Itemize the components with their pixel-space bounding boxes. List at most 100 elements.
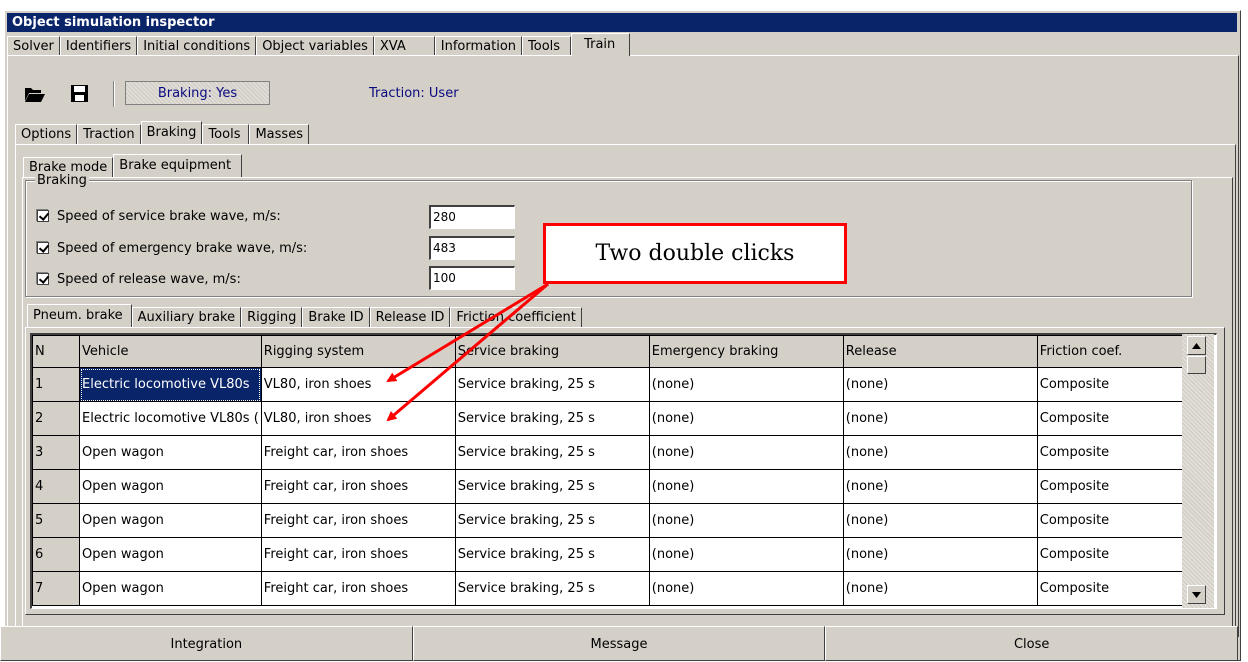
emergency-braking-cell[interactable]: (none) — [648, 469, 844, 504]
tab-initial-conditions[interactable]: Initial conditions — [137, 36, 257, 56]
service-braking-cell[interactable]: Service braking, 25 s — [454, 401, 650, 436]
tab-braking[interactable]: Braking — [140, 121, 203, 144]
emergency-braking-cell[interactable]: (none) — [648, 401, 844, 436]
tab-solver[interactable]: Solver — [7, 36, 60, 56]
rigging-cell[interactable]: Freight car, iron shoes — [260, 469, 456, 504]
table-row[interactable]: 4 Open wagon Freight car, iron shoes Ser… — [32, 469, 1188, 504]
rigging-cell[interactable]: VL80, iron shoes — [260, 367, 456, 402]
table-row[interactable]: 5 Open wagon Freight car, iron shoes Ser… — [32, 503, 1188, 538]
emergency-wave-row[interactable]: Speed of emergency brake wave, m/s: — [37, 239, 307, 257]
release-cell[interactable]: (none) — [842, 401, 1038, 436]
table-row[interactable]: 1 Electric locomotive VL80s VL80, iron s… — [32, 367, 1188, 402]
service-braking-cell[interactable]: Service braking, 25 s — [454, 537, 650, 572]
save-disk-icon[interactable] — [68, 83, 92, 105]
vehicle-cell[interactable]: Open wagon — [79, 537, 262, 572]
service-braking-cell[interactable]: Service braking, 25 s — [454, 435, 650, 470]
vehicle-cell[interactable]: Open wagon — [79, 571, 262, 606]
tab-auxiliary-brake[interactable]: Auxiliary brake — [131, 307, 242, 327]
emergency-braking-cell[interactable]: (none) — [648, 435, 844, 470]
tab-pneum-brake[interactable]: Pneum. brake — [27, 304, 132, 327]
emergency-braking-cell[interactable]: (none) — [648, 503, 844, 538]
header-emergency-braking[interactable]: Emergency braking — [648, 335, 844, 368]
friction-cell[interactable]: Composite — [1036, 469, 1188, 504]
friction-cell[interactable]: Composite — [1036, 401, 1188, 436]
braking-group-legend: Braking — [35, 173, 89, 188]
rigging-cell[interactable]: VL80, iron shoes — [260, 401, 456, 436]
friction-cell[interactable]: Composite — [1036, 571, 1188, 606]
service-wave-row[interactable]: Speed of service brake wave, m/s: — [37, 207, 281, 225]
folder-open-icon[interactable] — [23, 83, 47, 105]
tab-masses[interactable]: Masses — [249, 124, 309, 144]
emergency-braking-cell[interactable]: (none) — [648, 367, 844, 402]
rigging-cell[interactable]: Freight car, iron shoes — [260, 503, 456, 538]
service-braking-cell[interactable]: Service braking, 25 s — [454, 571, 650, 606]
tab-train-tools[interactable]: Tools — [202, 124, 250, 144]
friction-cell[interactable]: Composite — [1036, 367, 1188, 402]
service-wave-input[interactable]: 280 — [429, 205, 515, 229]
tab-traction[interactable]: Traction — [77, 124, 141, 144]
release-cell[interactable]: (none) — [842, 435, 1038, 470]
service-braking-cell[interactable]: Service braking, 25 s — [454, 503, 650, 538]
table-row[interactable]: 3 Open wagon Freight car, iron shoes Ser… — [32, 435, 1188, 470]
emergency-braking-cell[interactable]: (none) — [648, 571, 844, 606]
release-cell[interactable]: (none) — [842, 571, 1038, 606]
vehicle-cell[interactable]: Open wagon — [79, 469, 262, 504]
header-rigging-system[interactable]: Rigging system — [260, 335, 456, 368]
header-service-braking[interactable]: Service braking — [454, 335, 650, 368]
emergency-wave-input[interactable]: 483 — [429, 236, 515, 260]
tab-information[interactable]: Information — [434, 36, 523, 56]
rigging-cell[interactable]: Freight car, iron shoes — [260, 571, 456, 606]
vehicle-cell[interactable]: Open wagon — [79, 503, 262, 538]
header-vehicle[interactable]: Vehicle — [79, 335, 262, 368]
service-braking-cell[interactable]: Service braking, 25 s — [454, 367, 650, 402]
top-tab-row: Solver Identifiers Initial conditions Ob… — [7, 33, 631, 56]
grid-vertical-scrollbar[interactable] — [1182, 334, 1214, 608]
service-braking-cell[interactable]: Service braking, 25 s — [454, 469, 650, 504]
friction-cell[interactable]: Composite — [1036, 503, 1188, 538]
tab-brake-equipment[interactable]: Brake equipment — [113, 154, 243, 177]
table-row[interactable]: 6 Open wagon Freight car, iron shoes Ser… — [32, 537, 1188, 572]
tab-tools[interactable]: Tools — [522, 36, 572, 56]
rigging-cell[interactable]: Freight car, iron shoes — [260, 435, 456, 470]
tab-xva[interactable]: XVA — [373, 36, 435, 56]
rigging-cell[interactable]: Freight car, iron shoes — [260, 537, 456, 572]
annotation-callout: Two double clicks — [543, 223, 847, 284]
arrow-up-icon — [1192, 342, 1201, 349]
close-button[interactable]: Close — [825, 626, 1239, 661]
header-release[interactable]: Release — [842, 335, 1038, 368]
tab-rigging[interactable]: Rigging — [241, 307, 303, 327]
header-friction-coef[interactable]: Friction coef. — [1036, 335, 1188, 368]
message-button[interactable]: Message — [412, 626, 826, 661]
equipment-tab-row: Pneum. brake Auxiliary brake Rigging Bra… — [27, 304, 582, 327]
release-cell[interactable]: (none) — [842, 537, 1038, 572]
vehicle-cell[interactable]: Open wagon — [79, 435, 262, 470]
vehicle-cell[interactable]: Electric locomotive VL80s ( — [79, 401, 262, 436]
tab-friction-coefficient[interactable]: Friction coefficient — [450, 307, 582, 327]
emergency-wave-checkbox[interactable] — [37, 242, 49, 254]
tab-release-id[interactable]: Release ID — [369, 307, 451, 327]
friction-cell[interactable]: Composite — [1036, 537, 1188, 572]
scroll-up-button[interactable] — [1187, 336, 1206, 355]
emergency-braking-cell[interactable]: (none) — [648, 537, 844, 572]
vehicles-grid: N Vehicle Rigging system Service braking… — [30, 333, 1217, 609]
release-wave-input[interactable]: 100 — [429, 266, 515, 290]
release-cell[interactable]: (none) — [842, 503, 1038, 538]
tab-train[interactable]: Train — [571, 33, 631, 56]
tab-identifiers[interactable]: Identifiers — [59, 36, 138, 56]
table-row[interactable]: 7 Open wagon Freight car, iron shoes Ser… — [32, 571, 1188, 606]
tab-object-variables[interactable]: Object variables — [256, 36, 374, 56]
scroll-down-button[interactable] — [1187, 585, 1206, 604]
release-wave-row[interactable]: Speed of release wave, m/s: — [37, 270, 241, 288]
service-wave-checkbox[interactable] — [37, 210, 49, 222]
friction-cell[interactable]: Composite — [1036, 435, 1188, 470]
integration-button[interactable]: Integration — [0, 626, 413, 661]
tab-brake-id[interactable]: Brake ID — [302, 307, 370, 327]
release-cell[interactable]: (none) — [842, 469, 1038, 504]
scroll-thumb[interactable] — [1187, 356, 1206, 374]
table-row[interactable]: 2 Electric locomotive VL80s ( VL80, iron… — [32, 401, 1188, 436]
header-n[interactable]: N — [32, 335, 80, 368]
tab-options[interactable]: Options — [15, 124, 78, 144]
release-cell[interactable]: (none) — [842, 367, 1038, 402]
vehicle-cell[interactable]: Electric locomotive VL80s — [79, 367, 262, 402]
release-wave-checkbox[interactable] — [37, 273, 49, 285]
